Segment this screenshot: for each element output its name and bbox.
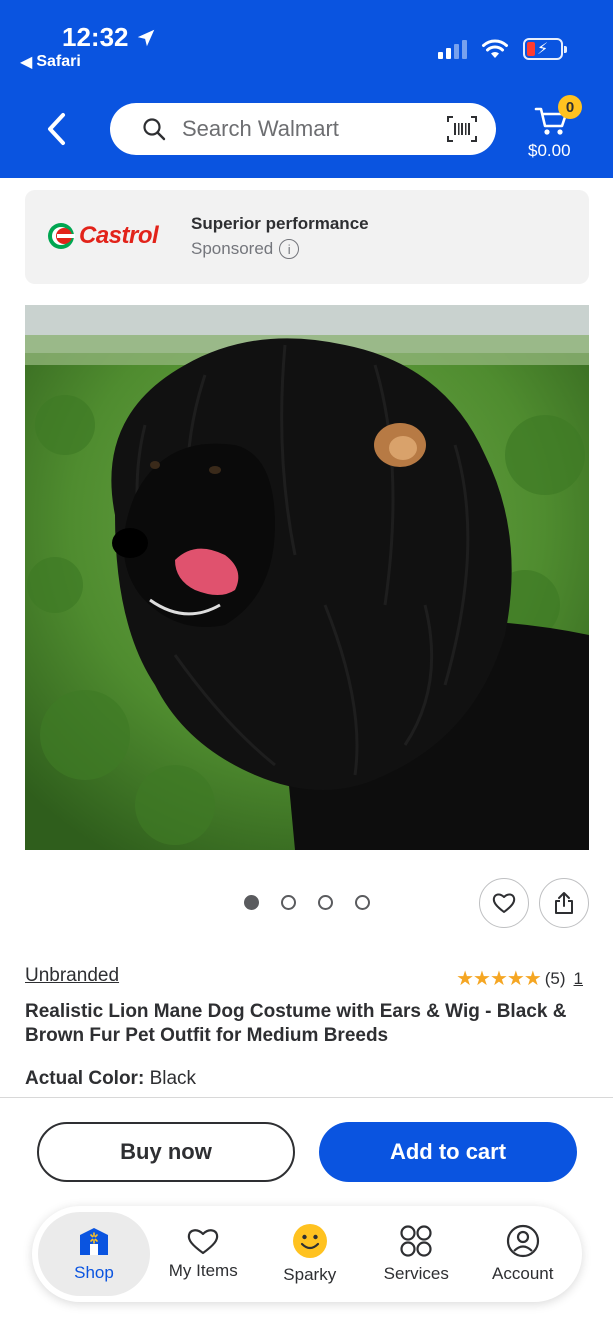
nav-my-items[interactable]: My Items (150, 1212, 257, 1296)
barcode-scan-icon[interactable] (446, 115, 478, 143)
rating-stars: ★★★★★ (456, 968, 542, 990)
carousel-dot[interactable] (318, 895, 333, 910)
search-icon (143, 118, 166, 141)
color-value: Black (149, 1068, 197, 1089)
battery-icon: ⚡ (523, 38, 567, 60)
chevron-left-icon (48, 113, 65, 145)
info-icon[interactable]: i (279, 239, 300, 259)
cell-signal-icon (438, 39, 467, 59)
divider (0, 1097, 613, 1098)
castrol-logo: Castrol (47, 222, 159, 250)
product-rating[interactable]: ★★★★★ (5) 1 (456, 966, 583, 991)
search-placeholder: Search Walmart (182, 116, 339, 141)
sponsored-ad-banner[interactable]: Castrol Superior performance Sponsored i (25, 190, 589, 284)
status-time: 12:32 (62, 22, 157, 53)
search-input[interactable]: Search Walmart (110, 103, 496, 155)
nav-sparky[interactable]: Sparky (257, 1212, 364, 1296)
favorite-button[interactable] (479, 878, 529, 928)
rating-count: (5) (544, 968, 566, 988)
share-button[interactable] (539, 878, 589, 928)
cart-count-badge: 0 (558, 95, 582, 119)
ad-sponsored-label: Sponsored i (191, 239, 300, 259)
nav-shop[interactable]: Shop (38, 1212, 150, 1296)
product-brand-link[interactable]: Unbranded (25, 965, 119, 987)
services-icon (400, 1225, 432, 1257)
dog-photo (25, 305, 589, 850)
bottom-navigation: Shop My Items Sparky Services Account (32, 1206, 582, 1302)
nav-services[interactable]: Services (363, 1212, 470, 1296)
actual-color: Actual Color: Black (25, 1068, 196, 1090)
nav-account[interactable]: Account (470, 1212, 577, 1296)
wifi-icon (482, 39, 508, 58)
status-indicators: ⚡ (438, 38, 567, 60)
color-label: Actual Color: (25, 1068, 145, 1089)
share-icon (555, 892, 573, 914)
header-bar: 12:32 ◀ Safari ⚡ Search Walmart 0 $0.00 (0, 0, 613, 178)
location-arrow-icon (137, 29, 154, 46)
carousel-dot[interactable] (355, 895, 370, 910)
store-icon (80, 1228, 108, 1255)
back-triangle-icon: ◀ (20, 54, 33, 71)
add-to-cart-button[interactable]: Add to cart (319, 1122, 577, 1182)
carousel-dot[interactable] (244, 895, 259, 910)
castrol-emblem-icon (48, 223, 75, 249)
product-image[interactable] (25, 305, 589, 850)
ad-headline: Superior performance (191, 214, 369, 233)
sparky-icon (292, 1224, 327, 1258)
account-icon (506, 1224, 539, 1258)
image-carousel-dots (244, 895, 370, 910)
heart-icon (188, 1229, 219, 1255)
back-button[interactable] (38, 108, 74, 150)
rating-link[interactable]: 1 (574, 969, 583, 989)
carousel-dot[interactable] (281, 895, 296, 910)
buy-now-button[interactable]: Buy now (37, 1122, 295, 1182)
heart-icon (492, 893, 516, 913)
product-title: Realistic Lion Mane Dog Costume with Ear… (25, 1001, 567, 1046)
back-to-safari[interactable]: ◀ Safari (20, 52, 81, 72)
cart-total: $0.00 (528, 141, 571, 160)
cart-button[interactable]: 0 $0.00 (524, 95, 584, 165)
